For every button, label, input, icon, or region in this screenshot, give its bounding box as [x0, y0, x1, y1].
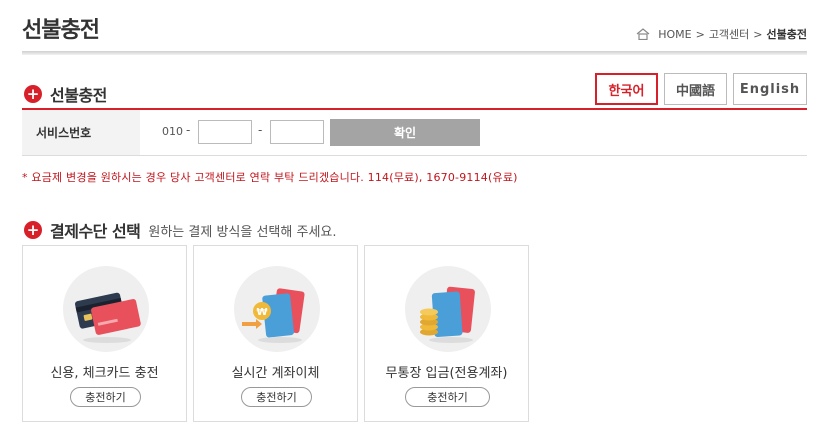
breadcrumb-separator: >: [753, 27, 763, 41]
service-number-label: 서비스번호: [22, 110, 140, 155]
plus-icon: +: [24, 221, 42, 239]
service-number-part1-input[interactable]: [198, 120, 252, 144]
lang-chinese-button[interactable]: 中國語: [664, 73, 727, 105]
prepaid-section-header: + 선불충전: [24, 82, 107, 106]
payment-method-label: 신용, 체크카드 충전: [50, 366, 159, 381]
home-icon[interactable]: [636, 28, 650, 41]
breadcrumb-separator: >: [695, 27, 705, 41]
payment-section-header: + 결제수단 선택 원하는 결제 방식을 선택해 주세요.: [24, 218, 337, 242]
plus-icon: +: [24, 85, 42, 103]
title-divider: [22, 51, 807, 55]
lang-english-button[interactable]: English: [733, 73, 807, 105]
charge-button[interactable]: 충전하기: [70, 387, 141, 407]
bank-transfer-icon: ₩: [234, 266, 320, 352]
confirm-button[interactable]: 확인: [330, 119, 480, 146]
notice-text: * 요금제 변경을 원하시는 경우 당사 고객센터로 연락 부탁 드리겠습니다.…: [22, 171, 518, 184]
dash-separator: -: [186, 123, 191, 137]
service-number-row: 서비스번호 010 - - 확인: [22, 110, 807, 156]
charge-button[interactable]: 충전하기: [241, 387, 312, 407]
bankbook-deposit-icon: [405, 266, 491, 352]
dash-separator: -: [258, 123, 263, 137]
payment-method-label: 실시간 계좌이체: [231, 366, 320, 381]
breadcrumb-home[interactable]: HOME: [658, 28, 691, 41]
payment-section-title: 결제수단 선택: [50, 222, 141, 241]
payment-card-transfer[interactable]: ₩ 실시간 계좌이체 충전하기: [193, 245, 358, 422]
credit-card-icon: [63, 266, 149, 352]
svg-text:₩: ₩: [256, 307, 267, 318]
prepaid-section-title: 선불충전: [50, 86, 107, 105]
payment-card-deposit[interactable]: 무통장 입금(전용계좌) 충전하기: [364, 245, 529, 422]
payment-method-label: 무통장 입금(전용계좌): [385, 366, 508, 381]
service-number-prefix: 010: [162, 125, 183, 138]
service-number-part2-input[interactable]: [270, 120, 324, 144]
breadcrumb: HOME > 고객센터 > 선불충전: [636, 26, 807, 42]
lang-korean-button[interactable]: 한국어: [595, 73, 658, 105]
breadcrumb-customer-center[interactable]: 고객센터: [709, 26, 749, 42]
payment-section-subtitle: 원하는 결제 방식을 선택해 주세요.: [148, 224, 337, 240]
payment-card-credit[interactable]: 신용, 체크카드 충전 충전하기: [22, 245, 187, 422]
breadcrumb-current: 선불충전: [766, 28, 807, 41]
page-title: 선불충전: [22, 18, 100, 43]
charge-button[interactable]: 충전하기: [405, 387, 490, 407]
